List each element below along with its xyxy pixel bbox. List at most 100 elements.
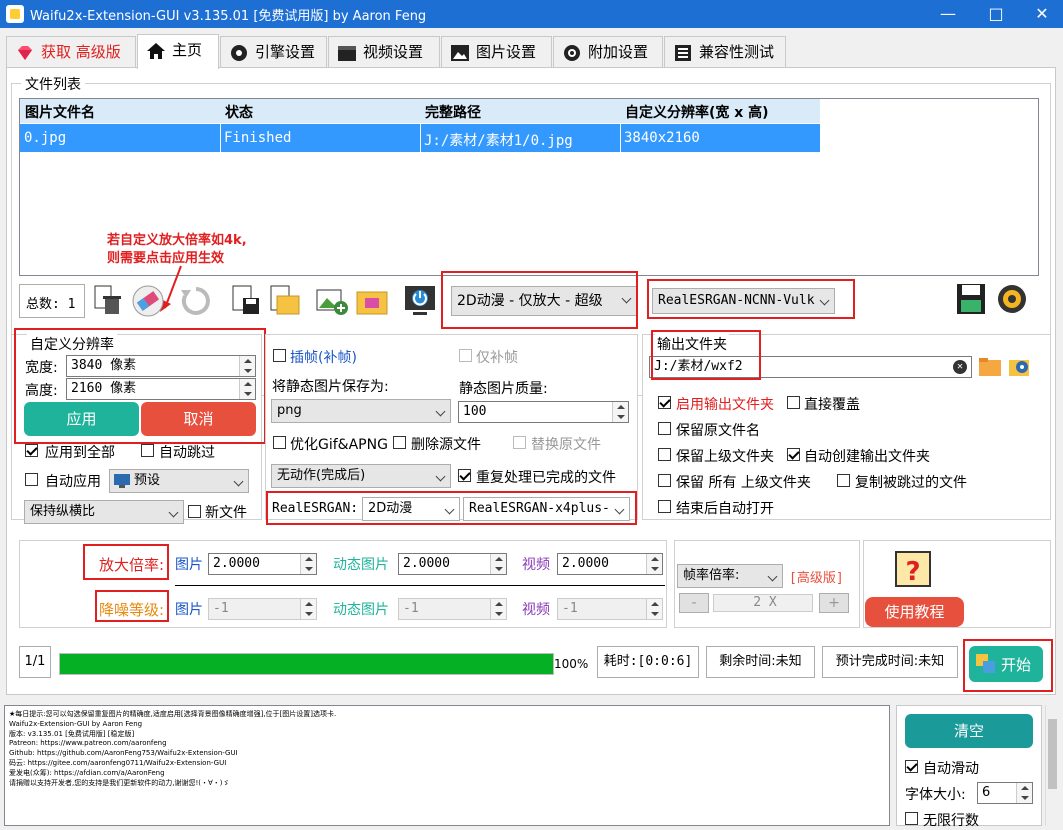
app-icon [6, 5, 24, 23]
auto-create-folder-checkbox[interactable] [787, 448, 800, 461]
after-action-select[interactable]: 无动作(完成后) [271, 464, 451, 488]
apply-to-all-checkbox[interactable] [25, 444, 38, 457]
eraser-icon[interactable] [131, 284, 165, 318]
unlimited-lines-checkbox[interactable] [905, 812, 918, 825]
keep-parent-label: 保留上级文件夹 [676, 449, 774, 465]
apply-resolution-button[interactable]: 应用 [24, 402, 139, 436]
copy-skipped-checkbox[interactable] [837, 474, 850, 487]
tab-home[interactable]: 主页 [137, 34, 219, 69]
tab-compatibility-test[interactable]: 兼容性测试 [664, 36, 786, 68]
scrollbar-thumb[interactable] [1048, 719, 1057, 789]
frame-rate-value[interactable]: 2 X [713, 594, 813, 612]
tab-extra-settings[interactable]: 附加设置 [553, 36, 663, 68]
denoise-image-input[interactable]: -1 [208, 598, 317, 620]
auto-scroll-checkbox[interactable] [905, 760, 918, 773]
scale-image-label: 图片 [175, 557, 203, 573]
column-header-status[interactable]: 状态 [225, 102, 253, 122]
maximize-button[interactable]: □ [973, 0, 1019, 28]
add-folder-icon[interactable] [355, 284, 389, 318]
minimize-button[interactable]: — [925, 0, 971, 28]
log-line: ★每日提示:您可以勾选保留重复图片的精确度,适度启用[选择背景图像精确度增强],… [9, 710, 337, 718]
power-monitor-icon[interactable] [403, 284, 437, 318]
denoise-video-input[interactable]: -1 [557, 598, 663, 620]
overwrite-checkbox[interactable] [787, 396, 800, 409]
picture-icon [451, 45, 469, 61]
quality-input[interactable]: 100 [458, 401, 629, 423]
help-question-icon[interactable]: ? [894, 550, 934, 590]
format-select[interactable]: png [271, 399, 451, 423]
load-list-icon[interactable] [267, 284, 301, 318]
tab-video-settings[interactable]: 视频设置 [328, 36, 440, 68]
height-input[interactable]: 2160 像素 [66, 378, 256, 400]
font-size-input[interactable]: 6 [977, 782, 1033, 804]
open-folder-icon[interactable] [978, 356, 1002, 378]
delete-source-checkbox[interactable] [393, 436, 406, 449]
scale-gif-input[interactable]: 2.0000 [398, 553, 507, 575]
frame-rate-minus-button[interactable]: - [679, 593, 709, 613]
keep-all-parent-checkbox[interactable] [658, 474, 671, 487]
new-file-checkbox[interactable] [188, 505, 201, 518]
auto-skip-checkbox[interactable] [141, 444, 154, 457]
column-header-filename[interactable]: 图片文件名 [25, 102, 95, 122]
settings-gear-icon[interactable] [995, 282, 1029, 316]
checklist-icon [675, 45, 691, 61]
realesrgan-variant-select[interactable]: RealESRGAN-x4plus- [463, 497, 630, 521]
scale-video-input[interactable]: 2.0000 [557, 553, 663, 575]
table-row[interactable]: 0.jpg Finished J:/素材/素材1/0.jpg 3840x2160 [20, 124, 820, 152]
scale-image-input[interactable]: 2.0000 [208, 553, 317, 575]
elapsed-time: 耗时:[0:0:6] [597, 646, 699, 678]
side-scrollbar[interactable] [1045, 705, 1059, 826]
cell-path: J:/素材/素材1/0.jpg [424, 133, 573, 149]
close-button[interactable]: ✕ [1019, 0, 1063, 28]
save-list-icon[interactable] [229, 284, 263, 318]
clear-log-button[interactable]: 清空 [905, 714, 1033, 748]
column-header-resolution[interactable]: 自定义分辨率(宽 x 高) [625, 102, 769, 122]
refresh-icon[interactable] [179, 284, 213, 318]
auto-apply-checkbox[interactable] [25, 473, 38, 486]
clear-path-icon[interactable]: ✕ [953, 360, 967, 374]
tab-label: 主页 [172, 41, 203, 59]
width-input[interactable]: 3840 像素 [66, 355, 256, 377]
denoise-gif-input[interactable]: -1 [398, 598, 507, 620]
engine-select[interactable]: RealESRGAN-NCNN-Vulk [652, 288, 835, 314]
tab-engine-settings[interactable]: 引擎设置 [220, 36, 327, 68]
aspect-ratio-select[interactable]: 保持纵横比 [24, 500, 184, 524]
cancel-resolution-button[interactable]: 取消 [141, 402, 256, 436]
clear-list-trash-icon[interactable] [91, 284, 125, 318]
add-image-icon[interactable] [315, 284, 349, 318]
folder-settings-icon[interactable] [1008, 354, 1032, 378]
tab-get-premium[interactable]: 获取 高级版 [6, 36, 136, 68]
column-header-path[interactable]: 完整路径 [425, 102, 481, 122]
svg-text:?: ? [905, 557, 920, 587]
save-settings-icon[interactable] [955, 282, 989, 316]
model-preset-select[interactable]: 2D动漫 - 仅放大 - 超级 [451, 286, 637, 316]
frame-interpolation-checkbox[interactable] [273, 349, 286, 362]
realesrgan-model-select[interactable]: 2D动漫 [362, 497, 460, 521]
open-after-checkbox[interactable] [658, 500, 671, 513]
start-button[interactable]: 开始 [969, 646, 1043, 682]
remaining-time: 剩余时间:未知 [706, 646, 815, 678]
frame-rate-select[interactable]: 帧率倍率: [677, 564, 783, 588]
tutorial-button[interactable]: 使用教程 [865, 597, 964, 627]
keep-filename-checkbox[interactable] [658, 422, 671, 435]
output-path-input[interactable]: J:/素材/wxf2 ✕ [649, 356, 972, 378]
progress-fill [60, 654, 553, 674]
tab-image-settings[interactable]: 图片设置 [441, 36, 552, 68]
home-panel: 文件列表 图片文件名 状态 完整路径 自定义分辨率(宽 x 高) 0.jpg F… [6, 67, 1056, 695]
save-as-label: 将静态图片保存为: [272, 379, 389, 395]
interp-only-checkbox[interactable] [459, 349, 472, 362]
reprocess-checkbox[interactable] [458, 469, 471, 482]
realesrgan-label: RealESRGAN: [272, 501, 359, 516]
keep-parent-checkbox[interactable] [658, 448, 671, 461]
preset-select[interactable]: 预设 [109, 469, 249, 493]
auto-create-folder-label: 自动创建输出文件夹 [804, 449, 930, 465]
cell-resolution: 3840x2160 [624, 130, 700, 146]
optimize-gif-checkbox[interactable] [273, 436, 286, 449]
frame-rate-plus-button[interactable]: + [819, 593, 849, 613]
log-textbox[interactable]: ★每日提示:您可以勾选保留重复图片的精确度,适度启用[选择背景图像精确度增强],… [4, 705, 890, 826]
replace-source-checkbox[interactable] [513, 436, 526, 449]
unlimited-lines-label: 无限行数 [923, 813, 979, 829]
cell-filename: 0.jpg [24, 130, 67, 146]
auto-scroll-label: 自动滑动 [923, 761, 979, 777]
enable-output-folder-checkbox[interactable] [658, 396, 671, 409]
